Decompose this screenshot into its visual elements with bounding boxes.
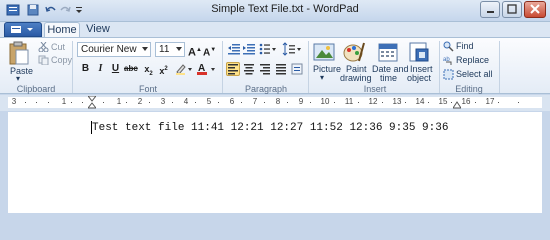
ruler-label: 14 [415,97,425,106]
ruler-label: 17 [485,97,495,106]
paragraph-group-label: Paragraph [244,84,288,94]
underline-button[interactable]: U [109,62,122,76]
date-time-icon[interactable] [377,41,399,63]
ruler-label: 3 [11,97,17,106]
chevron-down-icon [142,47,148,51]
customize-qat-icon[interactable] [72,3,86,17]
font-color-icon[interactable]: A [196,62,218,76]
separator [222,41,223,93]
font-size-value: 11 [159,44,170,55]
paint-label-2[interactable]: drawing [340,73,372,83]
ruler-label: 15 [438,97,448,106]
object-label-2[interactable]: object [407,73,431,83]
align-right-icon[interactable] [258,62,272,76]
title-bar: Simple Text File.txt - WordPad [0,0,550,22]
redo-icon[interactable] [58,3,72,17]
ruler-label: 4 [183,97,189,106]
ruler-label: 7 [252,97,258,106]
tab-view[interactable]: View [82,22,114,37]
insert-group-label: Insert [363,84,387,94]
find-button[interactable]: Find [456,41,474,51]
separator [308,41,309,93]
separator [439,41,440,93]
ruler-label: 8 [275,97,281,106]
cut-icon [38,42,49,52]
ruler-label: 6 [229,97,235,106]
font-family-value: Courier New [81,44,137,55]
ribbon: Paste ▾ Cut Copy Clipboard Courier New 1… [0,37,550,94]
shrink-font-button[interactable]: A▼ [203,43,216,58]
subscript-button[interactable]: x2 [142,62,155,77]
superscript-button[interactable]: x2 [157,62,170,76]
tab-home[interactable]: Home [44,22,80,37]
picture-icon[interactable] [313,41,335,63]
editing-group-label: Editing [455,84,483,94]
maximize-button[interactable] [502,1,522,18]
paste-icon[interactable] [6,41,32,67]
paragraph-settings-icon[interactable] [291,62,303,76]
save-icon[interactable] [26,3,40,17]
grow-font-button[interactable]: A▲ [188,43,202,59]
file-menu-button[interactable] [4,22,42,37]
clipboard-group-label: Clipboard [16,84,56,94]
indent-marker-icon[interactable] [88,96,96,109]
font-group-label: Font [138,84,157,94]
right-indent-marker-icon[interactable] [453,101,461,109]
minimize-button[interactable] [480,1,500,18]
italic-button[interactable]: I [94,62,107,76]
ruler-label: 1 [61,97,67,106]
document-text[interactable]: Test text file 11:41 12:21 12:27 11:52 1… [92,122,448,134]
ruler-label: 5 [206,97,212,106]
undo-icon[interactable] [44,3,58,17]
picture-dropdown-icon[interactable]: ▾ [320,73,324,82]
decrease-indent-icon[interactable] [227,42,241,56]
paste-dropdown-icon[interactable]: ▾ [16,74,20,83]
paint-drawing-icon[interactable] [343,41,365,63]
wordpad-app-icon[interactable] [6,3,20,17]
insert-object-icon[interactable] [408,41,430,63]
select-all-icon [443,69,454,80]
bold-button[interactable]: B [79,62,92,76]
ruler-area: 3 1 1 2 3 4 5 6 7 8 9 10 11 12 13 14 15 … [0,95,550,111]
align-center-icon[interactable] [242,62,256,76]
ruler-label: 12 [368,97,378,106]
close-button[interactable] [524,1,546,18]
ruler[interactable]: 3 1 1 2 3 4 5 6 7 8 9 10 11 12 13 14 15 … [8,96,542,109]
cut-button[interactable]: Cut [51,42,65,52]
ribbon-tabs: Home View [0,22,550,37]
line-spacing-icon[interactable] [282,42,302,56]
ruler-label: 10 [320,97,330,106]
copy-icon [38,55,49,65]
ruler-label: 3 [160,97,166,106]
align-left-icon[interactable] [226,62,240,76]
chevron-down-icon [176,47,182,51]
copy-button[interactable]: Copy [51,55,72,65]
ruler-label: 2 [137,97,143,106]
highlight-icon[interactable] [174,62,194,76]
date-label-2[interactable]: time [380,73,397,83]
ruler-label: 9 [298,97,304,106]
justify-icon[interactable] [274,62,288,76]
replace-button[interactable]: Replace [456,55,489,65]
find-icon [443,41,454,52]
paste-button[interactable]: Paste [10,66,33,76]
strikethrough-button[interactable]: abc [124,62,138,76]
separator [72,41,73,93]
window-title: Simple Text File.txt - WordPad [211,3,359,15]
increase-indent-icon[interactable] [242,42,256,56]
separator [499,41,500,93]
ruler-label: 11 [344,97,354,106]
ruler-label: 13 [392,97,402,106]
ruler-label: 16 [461,97,471,106]
bullets-icon[interactable] [259,42,277,56]
select-all-button[interactable]: Select all [456,69,493,79]
picture-button[interactable]: Picture [313,64,341,74]
replace-icon: ab [443,55,454,66]
font-family-select[interactable]: Courier New [77,42,151,57]
ruler-label: 1 [116,97,122,106]
font-size-select[interactable]: 11 [155,42,185,57]
